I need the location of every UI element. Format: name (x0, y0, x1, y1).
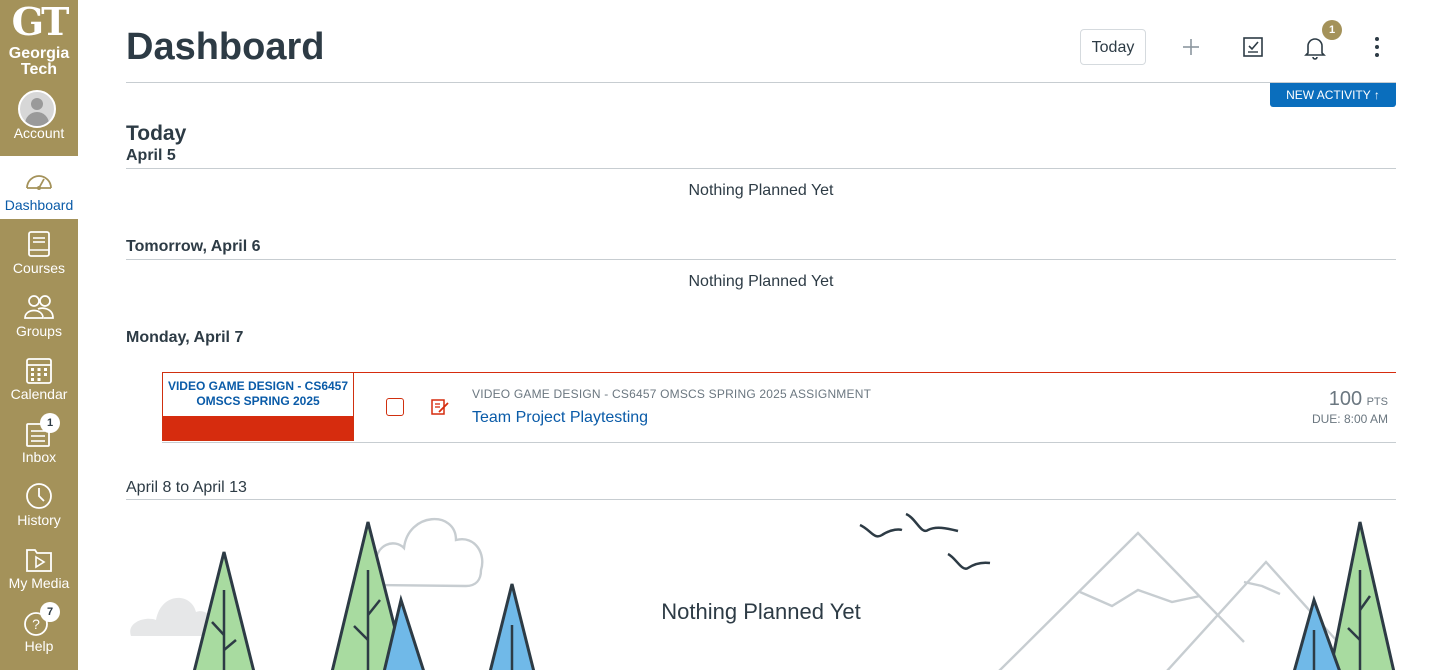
assignment-link[interactable]: Team Project Playtesting (472, 409, 648, 427)
points-value: 100 (1328, 388, 1363, 410)
nav-label: My Media (8, 575, 70, 591)
day-heading-monday: Monday, April 7 (126, 329, 244, 346)
day-divider (126, 259, 1396, 260)
nav-item-dashboard[interactable]: Dashboard (0, 156, 78, 219)
nav-item-groups[interactable]: Groups (0, 282, 78, 345)
day-heading-today: Today (126, 122, 187, 145)
empty-day-message: Nothing Planned Yet (688, 273, 834, 290)
today-button[interactable]: Today (1080, 29, 1146, 65)
plus-icon[interactable] (1178, 34, 1204, 60)
calendar-icon (26, 358, 52, 384)
empty-range-message: Nothing Planned Yet (661, 599, 861, 624)
nav-label: Dashboard (4, 197, 74, 213)
nav-label: Calendar (10, 386, 68, 402)
global-nav: GT Georgia Tech Account Dashboard Course… (0, 0, 78, 670)
nav-item-courses[interactable]: Courses (0, 219, 78, 282)
nav-item-history[interactable]: History (0, 471, 78, 534)
course-label: VIDEO GAME DESIGN - CS6457 OMSCS SPRING … (167, 379, 349, 408)
header-divider (126, 82, 1396, 83)
nav-label: Courses (12, 260, 66, 276)
help-badge: 7 (40, 602, 60, 622)
nav-item-account[interactable]: Account (0, 84, 78, 147)
item-context: VIDEO GAME DESIGN - CS6457 OMSCS SPRING … (472, 387, 872, 401)
nav-item-my-media[interactable]: My Media (0, 534, 78, 597)
day-date: April 5 (126, 147, 176, 164)
nav-label: Inbox (21, 449, 57, 465)
media-icon (26, 549, 52, 572)
todo-list-icon[interactable] (1240, 34, 1266, 60)
points: 100 PTS (1329, 388, 1388, 411)
range-heading: April 8 to April 13 (126, 479, 247, 496)
nav-label: History (17, 512, 61, 528)
nav-item-calendar[interactable]: Calendar (0, 345, 78, 408)
more-options-icon[interactable] (1364, 34, 1390, 60)
new-activity-button[interactable]: NEW ACTIVITY ↑ (1270, 83, 1396, 107)
nav-item-inbox[interactable]: 1 Inbox (0, 408, 78, 471)
assignment-icon (431, 399, 449, 415)
courses-icon (28, 231, 50, 257)
history-icon (26, 483, 52, 509)
due-time: DUE: 8:00 AM (1311, 412, 1388, 426)
day-heading-tomorrow: Tomorrow, April 6 (126, 238, 261, 255)
item-accent-line (354, 372, 1396, 373)
logo-mark: GT (11, 0, 70, 44)
nav-item-help[interactable]: ? 7 Help (0, 597, 78, 660)
day-divider (126, 168, 1396, 169)
empty-state-illustration (130, 512, 1396, 670)
bird (905, 512, 959, 533)
groups-icon (24, 295, 54, 319)
bird (947, 552, 991, 570)
logo-text: Georgia Tech (8, 45, 70, 78)
course-tag[interactable]: VIDEO GAME DESIGN - CS6457 OMSCS SPRING … (162, 372, 354, 441)
nav-label: Account (13, 125, 65, 141)
planner-item: VIDEO GAME DESIGN - CS6457 OMSCS SPRING … (162, 372, 1396, 443)
tree (1328, 521, 1396, 670)
notification-badge: 1 (1322, 20, 1342, 40)
complete-checkbox[interactable] (386, 398, 404, 416)
avatar (18, 90, 56, 128)
page-title: Dashboard (126, 26, 325, 68)
nav-label: Help (24, 638, 54, 654)
svg-text:?: ? (32, 616, 40, 632)
nav-label: Groups (16, 323, 62, 339)
points-unit: PTS (1366, 396, 1388, 408)
bell-icon[interactable] (1302, 34, 1328, 60)
georgia-tech-logo[interactable]: GT Georgia Tech (0, 0, 78, 84)
dashboard-icon (26, 175, 52, 190)
course-color-bar (163, 416, 353, 440)
empty-day-message: Nothing Planned Yet (688, 182, 834, 199)
inbox-unread-badge: 1 (40, 413, 60, 433)
bird (859, 523, 903, 538)
